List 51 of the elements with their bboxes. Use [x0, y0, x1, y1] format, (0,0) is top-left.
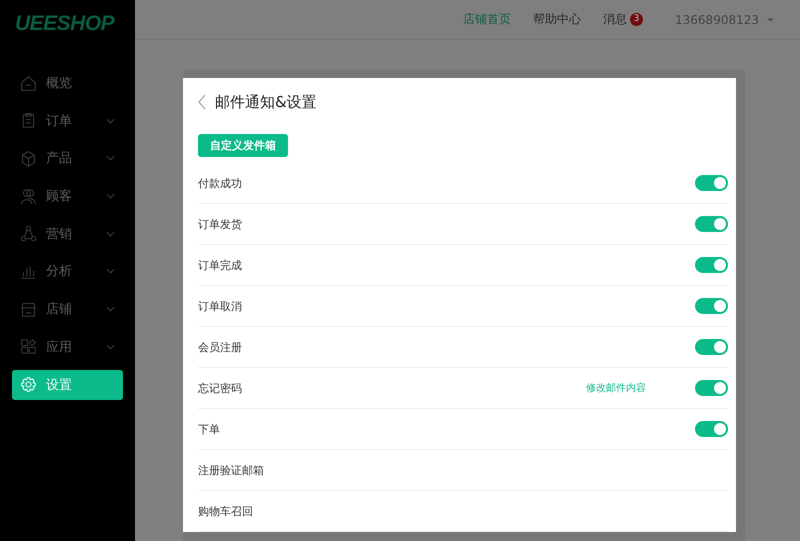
setting-label: 注册验证邮箱 [198, 462, 265, 478]
toggle-switch[interactable] [695, 421, 728, 437]
setting-label: 订单取消 [198, 298, 243, 314]
clipboard-icon [20, 112, 37, 130]
chevron-icon [106, 118, 115, 124]
box-icon [20, 150, 37, 167]
toggle-switch[interactable] [695, 339, 728, 355]
account-menu[interactable]: 13668908123 [675, 12, 774, 26]
toggle-switch[interactable] [695, 257, 728, 273]
chevron-icon [106, 193, 115, 200]
top-link[interactable]: 帮助中心 [533, 11, 582, 28]
top-link[interactable]: 店铺首页 [463, 11, 512, 28]
count-badge: 3 [630, 13, 644, 26]
chevron-icon [106, 230, 115, 237]
storefront-icon [20, 300, 37, 318]
house-icon [20, 74, 37, 92]
edit-link[interactable]: 修改邮件内容 [586, 381, 646, 395]
settings-icon [20, 376, 37, 393]
back-icon[interactable] [198, 94, 206, 110]
nav-item[interactable]: 产品 [12, 143, 123, 174]
setting-label: 订单发货 [198, 216, 243, 232]
dialog-title: 邮件通知&设置 [215, 92, 317, 112]
chevron-icon [106, 155, 115, 162]
setting-label: 付款成功 [198, 176, 243, 190]
people-icon [20, 188, 37, 205]
caret-icon [767, 18, 774, 22]
custom-mailbox-button[interactable]: 自定义发件箱 [198, 134, 288, 157]
nav-item[interactable]: 营销 [12, 218, 123, 249]
setting-label: 下单 [198, 422, 221, 436]
nav-item[interactable]: 店铺 [12, 294, 123, 324]
chevron-icon [106, 268, 115, 274]
setting-label: 会员注册 [198, 340, 243, 354]
toggle-switch[interactable] [695, 175, 728, 191]
toggle-switch[interactable] [695, 298, 728, 314]
messages-link[interactable]: 消息 [603, 11, 628, 28]
setting-label: 购物车召回 [198, 504, 254, 518]
nav-item[interactable]: 顾客 [12, 181, 123, 212]
chevron-icon [106, 306, 115, 312]
nav-item[interactable]: 应用 [12, 332, 123, 362]
grid-icon [20, 338, 37, 356]
network-icon [20, 225, 37, 242]
toggle-switch[interactable] [695, 380, 728, 396]
nav-item[interactable]: 设置 [12, 370, 123, 400]
logo: UEESHOP [14, 11, 116, 37]
setting-label: 忘记密码 [198, 380, 243, 396]
chevron-icon [106, 344, 115, 350]
nav-item[interactable]: 概览 [12, 68, 123, 98]
toggle-switch[interactable] [695, 216, 728, 232]
nav-item[interactable]: 分析 [12, 256, 123, 286]
setting-label: 订单完成 [198, 258, 243, 272]
nav-item[interactable]: 订单 [12, 106, 123, 136]
